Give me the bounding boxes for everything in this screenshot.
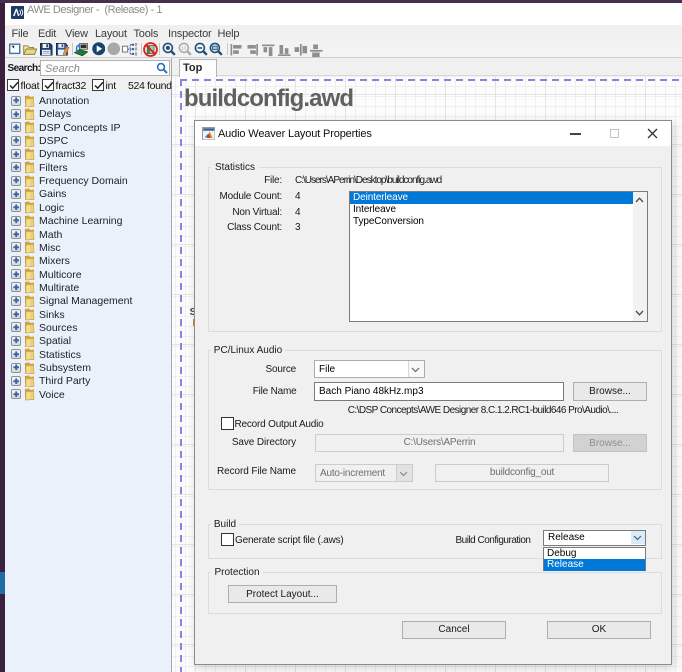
svg-text:10: 10 <box>181 46 186 51</box>
svg-text:0: 0 <box>135 51 138 56</box>
